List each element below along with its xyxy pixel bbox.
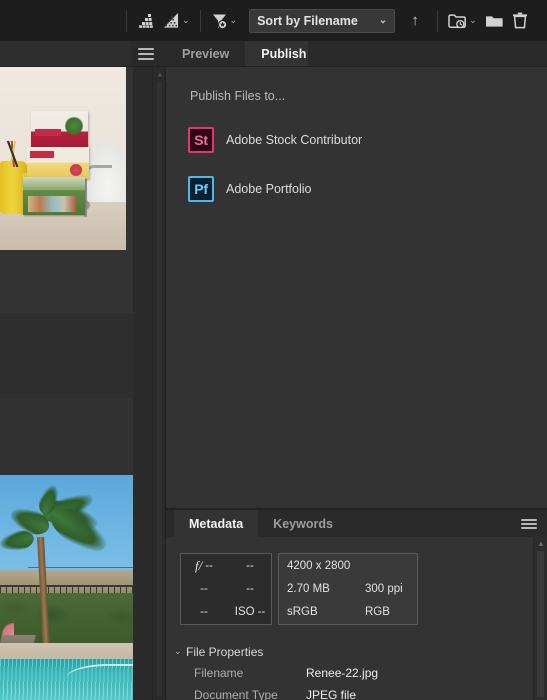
property-value: JPEG file bbox=[306, 688, 357, 700]
photo-swimming-pool bbox=[0, 659, 133, 700]
aperture-prefix: f/ bbox=[195, 557, 203, 573]
arrow-up-icon: ↑ bbox=[411, 12, 419, 29]
sort-dropdown-value: Sort by Filename bbox=[257, 13, 358, 28]
camera-info-box: f/ -- -- -- -- -- ISO -- bbox=[180, 553, 272, 625]
metadata-body: f/ -- -- -- -- -- ISO -- 4200 x 2800 2.7… bbox=[166, 537, 533, 700]
tab-keywords[interactable]: Keywords bbox=[258, 510, 348, 537]
scrollbar-track[interactable] bbox=[157, 81, 162, 696]
tab-metadata[interactable]: Metadata bbox=[174, 510, 259, 537]
dimensions-value: 4200 x 2800 bbox=[287, 559, 351, 572]
iso-cell: ISO -- bbox=[227, 601, 273, 624]
metadata-row-document-type: Document Type JPEG file bbox=[166, 684, 533, 700]
property-key: Document Type bbox=[194, 688, 278, 700]
trash-icon bbox=[512, 12, 528, 29]
sort-dropdown[interactable]: Sort by Filename ⌄ bbox=[249, 8, 396, 33]
metadata-tab-strip: Metadata Keywords bbox=[166, 510, 547, 537]
shutter-cell: -- bbox=[246, 559, 254, 572]
aperture-cell: f/ -- bbox=[181, 554, 227, 577]
hamburger-menu-icon[interactable] bbox=[521, 519, 537, 529]
toolbar-divider-3 bbox=[437, 9, 439, 32]
photo-tea-box-2 bbox=[27, 147, 89, 179]
photo-tea-box-1 bbox=[31, 111, 88, 148]
rating-stack-dropdown-button[interactable]: ⌄ bbox=[158, 8, 194, 34]
new-folder-icon bbox=[485, 13, 504, 29]
top-toolbar: ⌄ ⌄ Sort by Filename ⌄ ↑ ⌄ bbox=[0, 0, 547, 41]
section-title: File Properties bbox=[186, 644, 264, 659]
toolbar-divider-1 bbox=[126, 9, 127, 32]
file-size-value: 2.70 MB bbox=[287, 582, 330, 595]
filter-funnel-icon bbox=[211, 13, 228, 29]
adobe-portfolio-icon: Pf bbox=[188, 176, 214, 202]
scroll-up-arrow-icon[interactable]: ▲ bbox=[156, 71, 164, 79]
thumbnail-tea-boxes[interactable] bbox=[0, 67, 126, 250]
toolbar-divider-2 bbox=[199, 9, 201, 32]
tab-preview[interactable]: Preview bbox=[166, 41, 245, 67]
publish-panel-title: Publish Files to... bbox=[190, 89, 286, 103]
thumbnail-cell-2[interactable] bbox=[0, 398, 133, 700]
photo-umbrella bbox=[0, 623, 14, 635]
metering-cell: -- bbox=[200, 606, 208, 619]
filter-funnel-button[interactable]: ⌄ bbox=[207, 8, 242, 34]
exposure-comp-cell: -- bbox=[200, 582, 208, 595]
bridge-window: ⌄ ⌄ Sort by Filename ⌄ ↑ ⌄ Preview Publi… bbox=[0, 0, 547, 700]
metadata-scrollbar[interactable]: ▲ bbox=[533, 537, 547, 700]
metadata-section-file-properties: ⌄ File Properties Filename Renee-22.jpg … bbox=[166, 641, 533, 700]
photo-red-tag bbox=[30, 151, 54, 158]
property-key: Filename bbox=[194, 666, 244, 680]
scrollbar-track[interactable] bbox=[537, 551, 544, 697]
chevron-down-icon[interactable]: ⌄ bbox=[174, 646, 186, 657]
dimensions-spacer bbox=[365, 554, 427, 577]
sort-ascending-button[interactable]: ↑ bbox=[405, 12, 425, 29]
adobe-stock-icon: St bbox=[188, 127, 214, 153]
rating-stack-icon bbox=[137, 13, 154, 28]
chevron-down-icon: ⌄ bbox=[469, 15, 477, 25]
iso-value: -- bbox=[257, 606, 266, 619]
delete-button[interactable] bbox=[508, 8, 532, 34]
publish-service-stock[interactable]: St Adobe Stock Contributor bbox=[188, 127, 362, 153]
chevron-down-icon: ⌄ bbox=[378, 14, 388, 26]
file-info-box: 4200 x 2800 2.70 MB 300 ppi sRGB RGB bbox=[278, 553, 418, 625]
recent-folders-button[interactable]: ⌄ bbox=[444, 8, 481, 34]
photo-box-art bbox=[28, 196, 76, 212]
focal-length-cell: -- bbox=[246, 582, 254, 595]
content-panel-scrollbar[interactable]: ▲ bbox=[152, 67, 166, 700]
color-mode-value: RGB bbox=[365, 606, 390, 619]
thumbnail-palm-pool[interactable] bbox=[0, 475, 133, 700]
publish-service-portfolio[interactable]: Pf Adobe Portfolio bbox=[188, 176, 311, 202]
section-header-file-properties[interactable]: ⌄ File Properties bbox=[166, 641, 533, 662]
rating-stack-dropdown-icon bbox=[162, 13, 180, 28]
panel-tabs: Preview Publish bbox=[166, 41, 323, 67]
publish-service-label: Adobe Stock Contributor bbox=[226, 133, 363, 147]
rating-stack-icon-button[interactable] bbox=[133, 8, 158, 34]
photo-utensils bbox=[1, 141, 25, 167]
color-profile-value: sRGB bbox=[287, 606, 318, 619]
metadata-panel: Metadata Keywords f/ -- -- -- -- -- ISO bbox=[166, 510, 547, 700]
scroll-up-arrow-icon[interactable]: ▲ bbox=[537, 540, 545, 548]
iso-label: ISO bbox=[234, 606, 255, 619]
photo-tea-box-3 bbox=[23, 177, 85, 215]
publish-panel: Publish Files to... St Adobe Stock Contr… bbox=[166, 67, 547, 510]
metadata-tabs: Metadata Keywords bbox=[174, 510, 348, 537]
new-folder-button[interactable] bbox=[481, 8, 508, 34]
photo-red-tag bbox=[35, 129, 61, 136]
property-value[interactable]: Renee-22.jpg bbox=[306, 666, 378, 680]
toolbar-left-spacer bbox=[0, 0, 120, 41]
folder-clock-icon bbox=[448, 13, 467, 29]
content-thumbnail-panel[interactable] bbox=[0, 67, 152, 700]
thumbnail-cell-gap bbox=[0, 313, 133, 398]
aperture-value: -- bbox=[205, 559, 213, 572]
thumbnail-cell-1[interactable] bbox=[0, 67, 133, 313]
photo-leaf-art bbox=[64, 117, 84, 135]
chevron-down-icon: ⌄ bbox=[182, 15, 190, 25]
panel-tab-strip: Preview Publish bbox=[0, 41, 547, 67]
resolution-value: 300 ppi bbox=[365, 582, 403, 595]
tabstrip-right-fill bbox=[308, 41, 547, 67]
metadata-row-filename: Filename Renee-22.jpg bbox=[166, 662, 533, 684]
hamburger-menu-icon[interactable] bbox=[138, 48, 154, 60]
chevron-down-icon: ⌄ bbox=[229, 15, 238, 25]
tabstrip-left-fill bbox=[0, 41, 131, 67]
publish-service-label: Adobe Portfolio bbox=[226, 182, 312, 196]
photo-flower-art bbox=[69, 164, 83, 176]
